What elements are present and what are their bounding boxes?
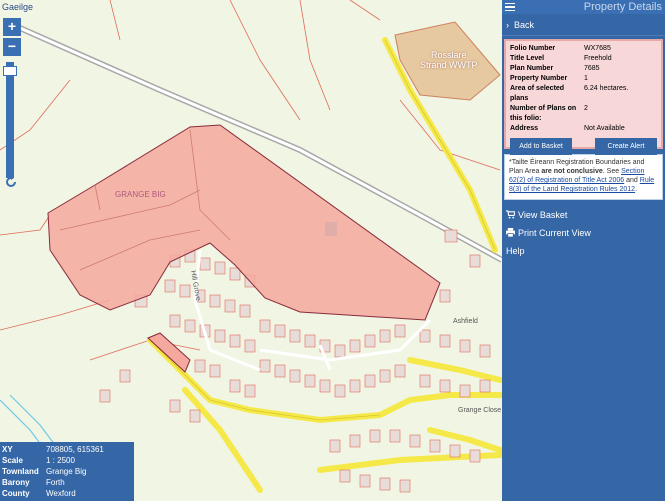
note-text-2: . See	[602, 168, 622, 175]
language-link[interactable]: Gaeilge	[2, 2, 33, 12]
location-info-box: XY 708805, 615361 Scale 1 : 2500 Townlan…	[0, 442, 134, 501]
panel-header: Property Details	[502, 0, 665, 14]
wwtp-label-line1: Rosslare	[431, 50, 467, 60]
detail-value: 1	[584, 75, 588, 82]
wwtp-label: Rosslare Strand WWTP	[420, 50, 478, 70]
note-text-4: .	[635, 186, 638, 193]
detail-key: Address	[510, 125, 539, 132]
help-link[interactable]: Help	[502, 242, 665, 260]
note-bold: are not conclusive	[541, 168, 603, 175]
info-row-scale: Scale 1 : 2500	[2, 455, 132, 466]
details-actions: Add to Basket Create Alert	[510, 138, 657, 155]
create-alert-button[interactable]: Create Alert	[595, 138, 657, 155]
info-row-xy: XY 708805, 615361	[2, 444, 132, 455]
info-row-barony: Barony Forth	[2, 477, 132, 488]
info-key: Scale	[2, 456, 23, 465]
detail-key: Area of selected plans	[510, 85, 565, 102]
info-value: 1 : 2500	[46, 456, 75, 465]
disclaimer-note: *Tailte Éireann Registration Boundaries …	[504, 154, 663, 200]
print-icon	[506, 227, 518, 239]
detail-row: Number of Plans on this folio: 2	[510, 104, 657, 124]
detail-row: Plan Number 7685	[510, 64, 657, 74]
chevron-right-icon: ›	[506, 19, 509, 30]
info-row-county: County Wexford	[2, 488, 132, 499]
back-label: Back	[514, 19, 535, 30]
detail-value: 7685	[584, 65, 600, 72]
detail-key: Plan Number	[510, 65, 554, 72]
help-label: Help	[506, 246, 525, 256]
note-text-3: and	[624, 177, 640, 184]
road-label-grange-close: Grange Close	[458, 407, 502, 414]
add-to-basket-button[interactable]: Add to Basket	[510, 138, 572, 155]
info-key: County	[2, 489, 30, 498]
view-basket-link[interactable]: View Basket	[502, 206, 665, 224]
print-view-link[interactable]: Print Current View	[502, 224, 665, 242]
info-key: Barony	[2, 478, 30, 487]
info-key: XY	[2, 445, 13, 454]
map-canvas[interactable]: GRANGE BIG Rosslare Strand WWTP Hill Gro…	[0, 0, 502, 501]
road-label-ashfield: Ashfield	[453, 318, 478, 325]
zoom-in-button[interactable]: +	[3, 18, 21, 36]
zoom-slider-thumb[interactable]	[3, 66, 17, 76]
zoom-slider[interactable]	[6, 62, 14, 178]
basket-icon	[506, 209, 518, 221]
detail-value: 6.24 hectares.	[584, 85, 629, 92]
info-value: Forth	[46, 478, 65, 487]
zoom-out-button[interactable]: −	[3, 38, 21, 56]
detail-key: Title Level	[510, 55, 545, 62]
info-value: Wexford	[46, 489, 76, 498]
info-row-townland: Townland Grange Big	[2, 466, 132, 477]
map-graphic	[0, 0, 502, 501]
detail-key: Folio Number	[510, 45, 556, 52]
info-key: Townland	[2, 467, 39, 476]
property-details-box: Folio Number WX7685 Title Level Freehold P…	[504, 39, 663, 155]
back-link[interactable]: › Back	[502, 14, 665, 36]
print-view-label: Print Current View	[518, 228, 591, 238]
detail-row: Folio Number WX7685	[510, 44, 657, 54]
detail-row: Title Level Freehold	[510, 54, 657, 64]
property-panel: Property Details › Back Folio Number WX76…	[502, 0, 665, 501]
detail-row: Address Not Available	[510, 124, 657, 134]
parcel-label: GRANGE BIG	[115, 190, 166, 199]
panel-title: Property Details	[583, 1, 662, 13]
info-value: Grange Big	[46, 467, 87, 476]
hamburger-menu-icon[interactable]	[505, 0, 519, 14]
info-value: 708805, 615361	[46, 445, 104, 454]
wwtp-label-line2: Strand WWTP	[420, 60, 478, 70]
view-basket-label: View Basket	[518, 210, 568, 220]
detail-key: Property Number	[510, 75, 568, 82]
detail-key: Number of Plans on this folio:	[510, 105, 577, 122]
detail-value: Not Available	[584, 125, 625, 132]
refresh-icon[interactable]	[5, 176, 19, 190]
detail-value: 2	[584, 105, 588, 112]
detail-row: Area of selected plans 6.24 hectares.	[510, 84, 657, 104]
detail-value: WX7685	[584, 45, 611, 52]
detail-value: Freehold	[584, 55, 612, 62]
detail-row: Property Number 1	[510, 74, 657, 84]
zoom-control: + −	[3, 18, 21, 58]
